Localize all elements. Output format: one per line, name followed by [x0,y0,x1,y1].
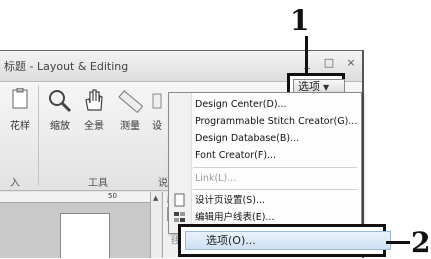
paste-pattern-label: 花样 [10,121,30,132]
options-dropdown-menu: Design Center(D)... Programmable Stitch … [168,92,362,234]
menu-separator [193,189,357,190]
menu-item-design-database[interactable]: Design Database(B)... [191,131,299,147]
callout-line-2 [386,241,410,244]
design-page [60,213,110,258]
zoom-button[interactable]: 缩放 [44,88,76,132]
settings-icon [152,93,162,109]
pan-label: 全景 [84,121,104,132]
group-label-tools: 工具 [88,178,108,189]
menu-item-font-creator[interactable]: Font Creator(F)... [191,148,276,164]
paste-pattern-button[interactable]: 花样 [4,88,36,132]
zoom-icon [49,90,72,113]
pan-hand-icon [85,89,103,111]
paste-pattern-icon [12,88,28,109]
menu-item-design-page-settings[interactable]: 设计页设置(S)... [191,193,265,209]
horizontal-ruler: 50 [0,192,150,203]
scroll-up-arrow-icon[interactable]: ▲ [153,194,158,202]
ruler-mark: 50 [108,192,117,200]
measure-ruler-icon [118,90,143,114]
design-page-settings-icon [174,193,185,207]
settings-button[interactable]: 设 [150,88,164,132]
menu-separator [193,167,357,168]
options-menu-item-highlight: 选项(O)... [178,224,391,257]
measure-label: 测量 [120,121,140,132]
measure-button[interactable]: 测量 [114,88,146,132]
menu-item-options[interactable]: 选项(O)... [185,231,391,250]
vertical-scrollbar[interactable]: ▲ [150,192,161,258]
close-button[interactable]: × [344,56,358,69]
menu-item-link: Link(L)... [195,173,237,184]
maximize-button[interactable]: □ [322,56,336,69]
window-title: 标题 - Layout & Editing [4,60,129,73]
zoom-label: 缩放 [50,121,70,132]
callout-number-1: 1 [290,4,310,37]
design-canvas[interactable] [0,203,150,258]
chevron-down-icon: ▼ [323,83,330,92]
group-label-other: 说 [158,178,168,189]
menu-item-programmable-stitch-creator[interactable]: Programmable Stitch Creator(G)... [191,114,357,130]
group-label-input: 入 [10,178,20,189]
edit-thread-chart-icon [174,212,185,222]
menu-item-design-center[interactable]: Design Center(D)... [191,97,287,113]
pan-button[interactable]: 全景 [78,88,110,132]
callout-line-1 [305,36,308,74]
settings-label: 设 [152,121,162,132]
callout-number-2: 2 [411,226,431,259]
